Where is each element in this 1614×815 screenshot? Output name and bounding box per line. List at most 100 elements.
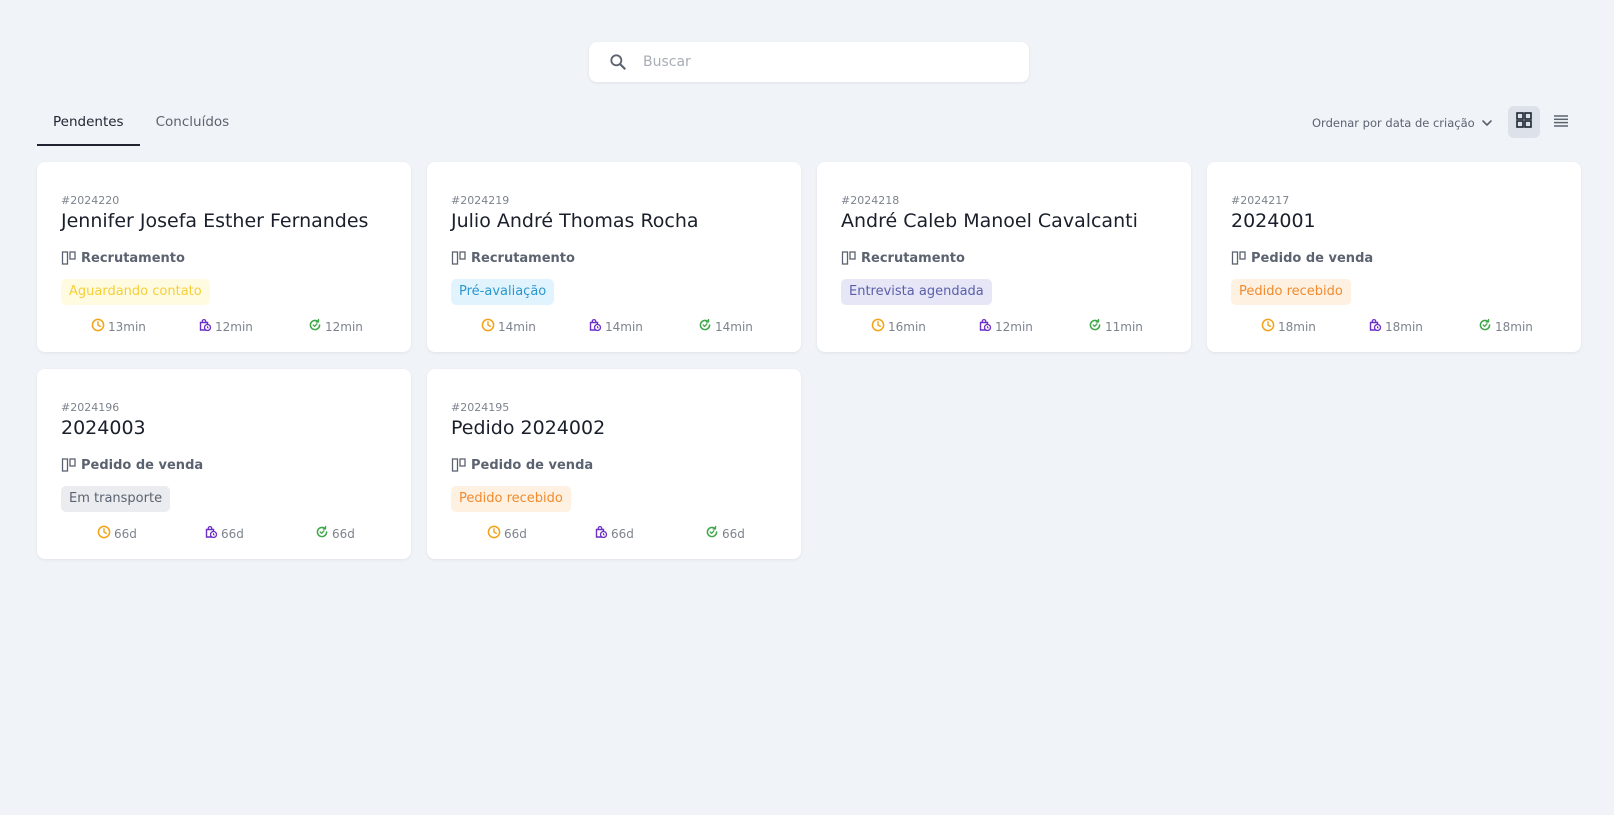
chevron-down-icon — [1481, 117, 1493, 129]
metric-value: 66d — [722, 526, 745, 541]
task-card[interactable]: #2024195 Pedido 2024002 Pedido de venda … — [427, 369, 801, 559]
bag-clock-icon — [594, 525, 611, 542]
card-type: Pedido de venda — [61, 457, 203, 473]
card-type: Pedido de venda — [451, 457, 593, 473]
clock-icon — [91, 318, 108, 335]
task-card[interactable]: #2024217 2024001 Pedido de venda Pedido … — [1207, 162, 1581, 352]
card-id: #2024217 — [1231, 194, 1290, 207]
card-metrics: 66d 66d 66d — [37, 525, 411, 541]
metric-value: 66d — [221, 526, 244, 541]
tab-pendentes[interactable]: Pendentes — [37, 104, 140, 146]
card-metrics: 16min 12min 11min — [817, 318, 1191, 334]
card-title: 2024003 — [61, 417, 146, 439]
card-title: André Caleb Manoel Cavalcanti — [841, 210, 1138, 232]
metric-value: 16min — [888, 319, 926, 334]
card-id: #2024220 — [61, 194, 120, 207]
refresh-check-icon — [698, 318, 715, 335]
metric-value: 18min — [1495, 319, 1533, 334]
card-metrics: 14min 14min 14min — [427, 318, 801, 334]
metric-value: 66d — [611, 526, 634, 541]
metric-value: 12min — [215, 319, 253, 334]
metric-value: 66d — [114, 526, 137, 541]
card-type: Recrutamento — [61, 250, 185, 266]
status-badge: Em transporte — [61, 486, 171, 512]
board-icon — [451, 457, 467, 473]
card-title: Julio André Thomas Rocha — [451, 210, 699, 232]
card-type-label: Pedido de venda — [1251, 250, 1374, 266]
card-id: #2024195 — [451, 401, 510, 414]
task-card[interactable]: #2024218 André Caleb Manoel Cavalcanti R… — [817, 162, 1191, 352]
card-type: Recrutamento — [451, 250, 575, 266]
grid-view-button[interactable] — [1508, 106, 1540, 138]
search-input[interactable] — [643, 54, 1003, 70]
card-metrics: 18min 18min 18min — [1207, 318, 1581, 334]
card-title: Jennifer Josefa Esther Fernandes — [61, 210, 369, 232]
board-icon — [1231, 250, 1247, 266]
metric-updated: 66d — [315, 525, 355, 542]
metric-value: 14min — [605, 319, 643, 334]
bag-clock-icon — [198, 318, 215, 335]
card-type-label: Recrutamento — [81, 250, 185, 266]
clock-icon — [97, 525, 114, 542]
metric-stage: 66d — [204, 525, 244, 542]
status-tabs: Pendentes Concluídos — [37, 104, 245, 146]
search-bar — [589, 42, 1029, 82]
search-icon[interactable] — [607, 51, 629, 73]
metric-stage: 12min — [978, 318, 1033, 335]
metric-value: 18min — [1385, 319, 1423, 334]
card-title: 2024001 — [1231, 210, 1316, 232]
metric-created: 66d — [97, 525, 137, 542]
task-card[interactable]: #2024219 Julio André Thomas Rocha Recrut… — [427, 162, 801, 352]
card-type-label: Recrutamento — [861, 250, 965, 266]
bag-clock-icon — [1368, 318, 1385, 335]
metric-stage: 12min — [198, 318, 253, 335]
metric-value: 12min — [995, 319, 1033, 334]
clock-icon — [487, 525, 504, 542]
card-type-label: Recrutamento — [471, 250, 575, 266]
metric-value: 14min — [715, 319, 753, 334]
metric-value: 12min — [325, 319, 363, 334]
clock-icon — [871, 318, 888, 335]
board-icon — [61, 457, 77, 473]
card-type-label: Pedido de venda — [81, 457, 204, 473]
refresh-check-icon — [1478, 318, 1495, 335]
metric-updated: 14min — [698, 318, 753, 335]
metric-stage: 18min — [1368, 318, 1423, 335]
metric-created: 16min — [871, 318, 926, 335]
list-view-button[interactable] — [1545, 106, 1577, 138]
clock-icon — [1261, 318, 1278, 335]
metric-value: 13min — [108, 319, 146, 334]
metric-value: 66d — [504, 526, 527, 541]
refresh-check-icon — [315, 525, 332, 542]
metric-created: 14min — [481, 318, 536, 335]
card-type-label: Pedido de venda — [471, 457, 594, 473]
metric-updated: 12min — [308, 318, 363, 335]
task-card[interactable]: #2024220 Jennifer Josefa Esther Fernande… — [37, 162, 411, 352]
status-badge: Entrevista agendada — [841, 279, 992, 305]
card-metrics: 13min 12min 12min — [37, 318, 411, 334]
card-id: #2024196 — [61, 401, 120, 414]
bag-clock-icon — [588, 318, 605, 335]
metric-created: 18min — [1261, 318, 1316, 335]
metric-updated: 11min — [1088, 318, 1143, 335]
tab-concluidos[interactable]: Concluídos — [140, 104, 246, 146]
metric-stage: 66d — [594, 525, 634, 542]
status-badge: Aguardando contato — [61, 279, 210, 305]
refresh-check-icon — [308, 318, 325, 335]
metric-value: 66d — [332, 526, 355, 541]
metric-updated: 18min — [1478, 318, 1533, 335]
list-icon — [1553, 113, 1569, 132]
card-type: Recrutamento — [841, 250, 965, 266]
status-badge: Pedido recebido — [1231, 279, 1351, 305]
metric-value: 11min — [1105, 319, 1143, 334]
clock-icon — [481, 318, 498, 335]
task-card[interactable]: #2024196 2024003 Pedido de venda Em tran… — [37, 369, 411, 559]
sort-label: Ordenar por data de criação — [1312, 116, 1475, 130]
grid-icon — [1516, 112, 1532, 132]
sort-dropdown[interactable]: Ordenar por data de criação — [1312, 113, 1493, 133]
card-type: Pedido de venda — [1231, 250, 1373, 266]
board-icon — [841, 250, 857, 266]
refresh-check-icon — [1088, 318, 1105, 335]
card-title: Pedido 2024002 — [451, 417, 606, 439]
status-badge: Pré-avaliação — [451, 279, 555, 305]
